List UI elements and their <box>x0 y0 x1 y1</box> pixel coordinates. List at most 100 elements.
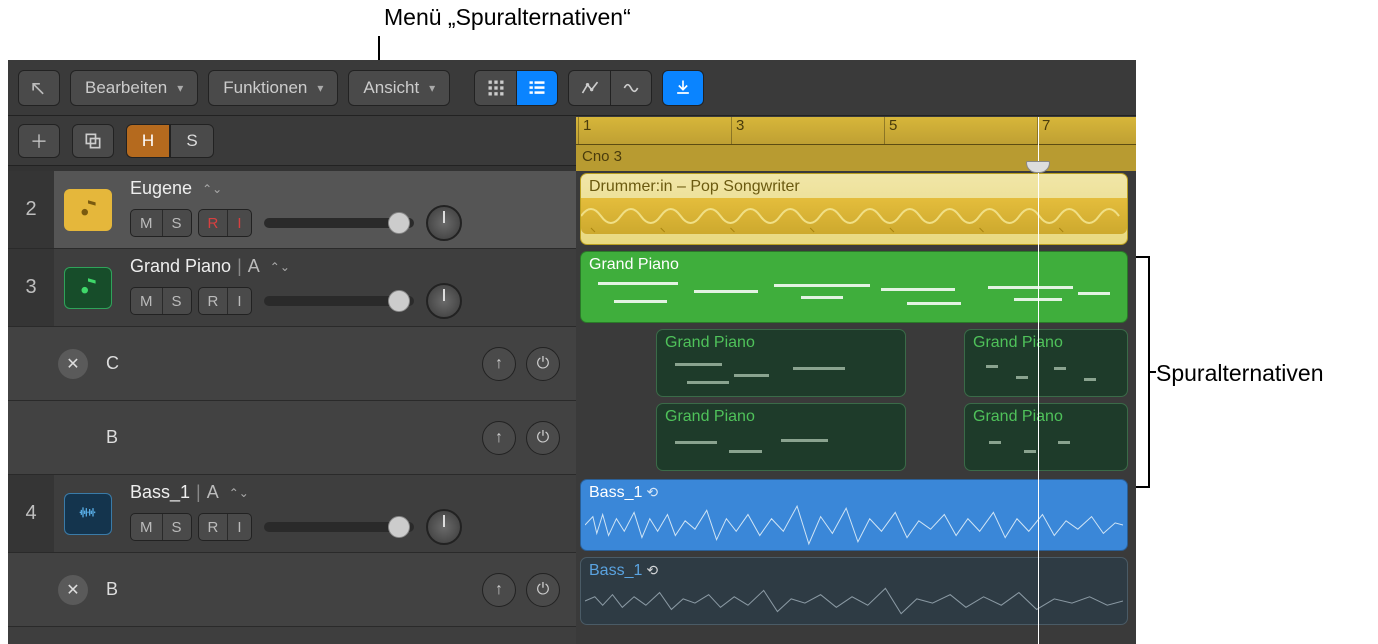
duplicate-icon <box>83 131 103 151</box>
power-alternative-button[interactable]: ⏻ <box>526 347 560 381</box>
view-mode-group <box>474 70 558 106</box>
audio-waveform <box>585 504 1123 546</box>
volume-slider[interactable] <box>264 296 414 306</box>
waveform-icon <box>73 504 103 524</box>
record-button[interactable]: R <box>199 514 229 540</box>
mute-button[interactable]: M <box>131 288 163 314</box>
music-note-icon <box>75 275 101 301</box>
region-piano-main[interactable]: Grand Piano <box>580 251 1128 323</box>
input-button[interactable]: I <box>228 514 250 540</box>
track-icon-instrument[interactable] <box>64 267 112 309</box>
mute-button[interactable]: M <box>131 210 163 236</box>
back-button[interactable] <box>18 70 60 106</box>
mute-button[interactable]: M <box>131 514 163 540</box>
separator: | <box>237 256 242 277</box>
volume-slider[interactable] <box>264 218 414 228</box>
track-alternatives-menu[interactable]: Grand Piano | A ⌃⌄ <box>130 256 462 277</box>
track-name: Bass_1 <box>130 482 190 503</box>
mute-solo-group: M S <box>130 287 192 315</box>
duplicate-track-button[interactable] <box>72 124 114 158</box>
solo-header-button[interactable]: S <box>170 124 214 158</box>
record-button[interactable]: R <box>199 210 229 236</box>
region-piano-alt[interactable]: Grand Piano <box>964 329 1128 397</box>
slider-thumb[interactable] <box>388 290 410 312</box>
hide-button[interactable]: H <box>126 124 170 158</box>
midi-preview <box>971 356 1121 392</box>
close-icon: ✕ <box>66 580 79 600</box>
track-header[interactable]: 4 Bass_1 | A ⌃⌄ M S <box>8 475 576 553</box>
close-alternatives-button[interactable]: ✕ <box>58 575 88 605</box>
track-icon-audio[interactable] <box>64 493 112 535</box>
power-alternative-button[interactable]: ⏻ <box>526 573 560 607</box>
catch-playhead-button[interactable] <box>662 70 704 106</box>
pan-knob[interactable] <box>426 205 462 241</box>
add-track-button[interactable]: ＋ <box>18 124 60 158</box>
track-icon-drummer[interactable] <box>64 189 112 231</box>
automation-button[interactable] <box>568 70 610 106</box>
chevron-down-icon: ▾ <box>429 81 435 95</box>
midi-preview <box>663 356 899 392</box>
callout-menu-alternatives: Menü „Spuralternativen“ <box>384 4 631 31</box>
chevron-down-icon: ▾ <box>317 81 323 95</box>
flex-button[interactable] <box>610 70 652 106</box>
region-piano-alt[interactable]: Grand Piano <box>656 329 906 397</box>
marker-ruler[interactable]: Cno 3 <box>576 145 1136 171</box>
track-number: 2 <box>8 171 54 248</box>
track-number: 4 <box>8 475 54 552</box>
track-alternative-row[interactable]: ✕ B ↑ ⏻ <box>8 553 576 627</box>
track-alt-label: A <box>248 256 260 277</box>
separator: | <box>196 482 201 503</box>
list-view-button[interactable] <box>516 70 558 106</box>
timeline-ruler[interactable]: 1 3 5 7 Cno 3 <box>576 117 1136 171</box>
input-button[interactable]: I <box>228 288 250 314</box>
solo-button[interactable]: S <box>163 514 191 540</box>
bar-tick: 1 <box>578 117 591 144</box>
playhead-catch-icon <box>673 78 693 98</box>
arrow-up-icon: ↑ <box>495 429 503 447</box>
arrow-up-icon: ↑ <box>495 581 503 599</box>
functions-menu[interactable]: Funktionen▾ <box>208 70 338 106</box>
power-alternative-button[interactable]: ⏻ <box>526 421 560 455</box>
automation-icon <box>580 78 600 98</box>
close-icon: ✕ <box>66 354 79 374</box>
track-header[interactable]: 2 Eugene ⌃⌄ M S R <box>8 171 576 249</box>
promote-alternative-button[interactable]: ↑ <box>482 347 516 381</box>
list-icon <box>527 78 547 98</box>
region-piano-alt[interactable]: Grand Piano <box>964 403 1128 471</box>
track-alternative-row[interactable]: B ↑ ⏻ <box>8 401 576 475</box>
marker-label: Cno 3 <box>582 148 622 165</box>
edit-menu[interactable]: Bearbeiten▾ <box>70 70 198 106</box>
close-alternatives-button[interactable]: ✕ <box>58 349 88 379</box>
region-drummer[interactable]: Drummer:in – Pop Songwriter <box>580 173 1128 245</box>
volume-slider[interactable] <box>264 522 414 532</box>
loop-icon: ⟲ <box>646 562 658 578</box>
view-menu[interactable]: Ansicht▾ <box>348 70 450 106</box>
midi-preview <box>587 278 1121 318</box>
loop-icon: ⟲ <box>646 484 658 500</box>
region-bass-main[interactable]: Bass_1⟲ <box>580 479 1128 551</box>
region-bass-alt[interactable]: Bass_1⟲ <box>580 557 1128 625</box>
track-alternative-row[interactable]: ✕ C ↑ ⏻ <box>8 327 576 401</box>
solo-button[interactable]: S <box>163 288 191 314</box>
record-button[interactable]: R <box>199 288 229 314</box>
solo-button[interactable]: S <box>163 210 191 236</box>
track-header[interactable]: 3 Grand Piano | A ⌃⌄ M S <box>8 249 576 327</box>
region-label: Grand Piano <box>973 408 1063 425</box>
region-piano-alt[interactable]: Grand Piano <box>656 403 906 471</box>
slider-thumb[interactable] <box>388 212 410 234</box>
track-header-area: 2 Eugene ⌃⌄ M S R <box>8 171 576 644</box>
promote-alternative-button[interactable]: ↑ <box>482 573 516 607</box>
pan-knob[interactable] <box>426 509 462 545</box>
track-alternatives-menu[interactable]: Bass_1 | A ⌃⌄ <box>130 482 462 503</box>
callout-track-alternatives: Spuralternativen <box>1156 360 1324 387</box>
track-alternatives-menu[interactable]: Eugene ⌃⌄ <box>130 178 462 199</box>
input-button[interactable]: I <box>228 210 250 236</box>
slider-thumb[interactable] <box>388 516 410 538</box>
promote-alternative-button[interactable]: ↑ <box>482 421 516 455</box>
arrange-area[interactable]: Drummer:in – Pop Songwriter Grand Piano … <box>576 171 1136 644</box>
bar-ruler[interactable]: 1 3 5 7 <box>576 117 1136 145</box>
pan-knob[interactable] <box>426 283 462 319</box>
mute-solo-group: M S <box>130 513 192 541</box>
grid-view-button[interactable] <box>474 70 516 106</box>
playhead-line[interactable] <box>1038 117 1039 644</box>
